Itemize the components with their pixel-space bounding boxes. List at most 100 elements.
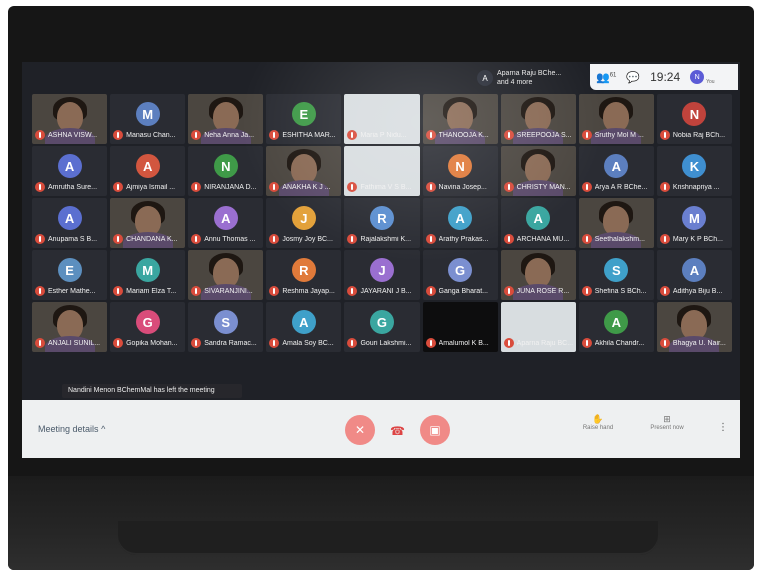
participant-tile[interactable]: A Akhila Chandr... bbox=[578, 302, 654, 352]
participant-name-row: SIVARANJINI... bbox=[191, 285, 261, 297]
participant-name: Esther Mathe... bbox=[48, 287, 96, 295]
participant-tile[interactable]: J JAYARANI J B... bbox=[344, 250, 420, 300]
participant-name-row: Aparna Raju BC... bbox=[503, 337, 574, 349]
participant-name-row: Gouri Lakshmi... bbox=[347, 337, 417, 349]
participant-tile[interactable]: Fathima V S B... bbox=[344, 146, 420, 196]
present-now-button[interactable]: ⊞ Present now bbox=[637, 414, 697, 431]
mic-muted-icon bbox=[191, 182, 202, 192]
participant-name: Adithya Biju B... bbox=[672, 287, 723, 295]
meeting-details-button[interactable]: Meeting details ^ bbox=[38, 424, 105, 434]
chat-icon[interactable]: 💬 bbox=[626, 71, 640, 84]
participant-name: SIVARANJINI... bbox=[204, 287, 253, 295]
mic-muted-icon bbox=[425, 130, 436, 140]
participant-tile[interactable]: J Josmy Joy BC... bbox=[266, 198, 342, 248]
participant-name-row: NIRANJANA D... bbox=[191, 181, 261, 193]
participant-tile[interactable]: K Krishnapriya ... bbox=[656, 146, 732, 196]
participant-name-row: Akhila Chandr... bbox=[581, 337, 652, 349]
participant-name: Josmy Joy BC... bbox=[282, 235, 333, 243]
mic-off-button[interactable]: ✕ bbox=[345, 415, 375, 445]
participant-name-row: THANOOJA K... bbox=[425, 129, 496, 141]
participant-avatar: M bbox=[135, 102, 160, 126]
mic-muted-icon bbox=[659, 338, 670, 348]
participant-tile[interactable]: A Annu Thomas ... bbox=[188, 198, 264, 248]
participant-tile[interactable]: M Mariam Elza T... bbox=[110, 250, 186, 300]
mic-muted-icon bbox=[347, 130, 358, 140]
mic-muted-icon bbox=[503, 130, 514, 140]
participant-name-row: Navina Josep... bbox=[425, 181, 496, 193]
participant-tile[interactable]: JUNA ROSE R... bbox=[500, 250, 576, 300]
participant-tile[interactable]: A Amrutha Sure... bbox=[32, 146, 108, 196]
participant-tile[interactable]: E ESHITHA MAR... bbox=[266, 94, 342, 144]
participant-tile[interactable]: G Ganga Bharat... bbox=[422, 250, 498, 300]
people-icon[interactable]: 👥61 bbox=[596, 71, 616, 84]
hang-up-button[interactable]: ☎ bbox=[390, 424, 405, 438]
participant-tile[interactable]: SIVARANJINI... bbox=[188, 250, 264, 300]
participant-tile[interactable]: ANAKHA K J ... bbox=[266, 146, 342, 196]
participant-tile[interactable]: ASHNA VISW... bbox=[32, 94, 108, 144]
presenter-avatar: A bbox=[477, 70, 493, 86]
participant-tile[interactable]: Maria P Nidu... bbox=[344, 94, 420, 144]
participant-tile[interactable]: R Rajalakshmi K... bbox=[344, 198, 420, 248]
participant-name: Ganga Bharat... bbox=[438, 287, 488, 295]
participant-name-row: ANJALI SUNIL... bbox=[35, 337, 105, 349]
participant-tile[interactable]: N Navina Josep... bbox=[422, 146, 498, 196]
participant-name: Ajmiya Ismail ... bbox=[126, 183, 176, 191]
camera-off-button[interactable]: ▣ bbox=[420, 415, 450, 445]
participant-tile[interactable]: S Sandra Ramac... bbox=[188, 302, 264, 352]
mic-muted-icon bbox=[191, 234, 202, 244]
participant-tile[interactable]: G Gopika Mohan... bbox=[110, 302, 186, 352]
participant-avatar: A bbox=[526, 206, 551, 230]
participant-name-row: Arya A R BChe... bbox=[581, 181, 652, 193]
mic-muted-icon bbox=[425, 286, 436, 296]
participant-tile[interactable]: CHRISTY MAN... bbox=[500, 146, 576, 196]
participant-tile[interactable]: Sruthy Mol M ... bbox=[578, 94, 654, 144]
participant-tile[interactable]: A Amala Soy BC... bbox=[266, 302, 342, 352]
participant-name-row: Reshma Jayap... bbox=[269, 285, 339, 297]
participant-tile[interactable]: Aparna Raju BC... bbox=[500, 302, 576, 352]
participant-tile[interactable]: Bhagya U. Nair... bbox=[656, 302, 732, 352]
participant-tile[interactable]: A Adithya Biju B... bbox=[656, 250, 732, 300]
participant-tile[interactable]: Neha Anna Ja... bbox=[188, 94, 264, 144]
participant-name: SREEPOOJA S... bbox=[516, 131, 572, 139]
participant-name-row: Sruthy Mol M ... bbox=[581, 129, 652, 141]
participant-tile[interactable]: A Anupama S B... bbox=[32, 198, 108, 248]
participant-tile[interactable]: CHANDANA K... bbox=[110, 198, 186, 248]
more-options-icon[interactable]: ⋮ bbox=[718, 422, 728, 433]
participant-avatar: J bbox=[369, 258, 394, 282]
participant-tile[interactable]: M Manasu Chan... bbox=[110, 94, 186, 144]
participant-name: Gopika Mohan... bbox=[126, 339, 178, 347]
participant-tile[interactable]: M Mary K P BCh... bbox=[656, 198, 732, 248]
mic-muted-icon bbox=[503, 286, 514, 296]
participant-tile[interactable]: G Gouri Lakshmi... bbox=[344, 302, 420, 352]
participant-avatar: G bbox=[448, 258, 473, 282]
raise-hand-button[interactable]: ✋ Raise hand bbox=[568, 414, 628, 431]
participant-avatar: R bbox=[291, 258, 316, 282]
present-icon: ⊞ bbox=[663, 414, 671, 424]
participant-avatar: E bbox=[291, 102, 316, 126]
self-avatar[interactable]: N bbox=[690, 70, 705, 84]
participant-tile[interactable]: A Arya A R BChe... bbox=[578, 146, 654, 196]
mic-muted-icon bbox=[113, 338, 124, 348]
participant-tile[interactable]: N NIRANJANA D... bbox=[188, 146, 264, 196]
participant-avatar: N bbox=[448, 154, 473, 178]
participant-tile[interactable]: S Shefina S BCh... bbox=[578, 250, 654, 300]
participant-tile[interactable]: SREEPOOJA S... bbox=[500, 94, 576, 144]
participant-tile[interactable]: R Reshma Jayap... bbox=[266, 250, 342, 300]
participant-name: Akhila Chandr... bbox=[594, 339, 645, 347]
self-label: You bbox=[706, 79, 715, 85]
participant-tile[interactable]: A Ajmiya Ismail ... bbox=[110, 146, 186, 196]
participant-avatar: A bbox=[291, 310, 316, 334]
participant-name-row: Fathima V S B... bbox=[347, 181, 417, 193]
participant-tile[interactable]: THANOOJA K... bbox=[422, 94, 498, 144]
participant-tile[interactable]: N Nobia Raj BCh... bbox=[656, 94, 732, 144]
participant-tile[interactable]: ANJALI SUNIL... bbox=[32, 302, 108, 352]
participant-name-row: SREEPOOJA S... bbox=[503, 129, 574, 141]
participant-tile[interactable]: E Esther Mathe... bbox=[32, 250, 108, 300]
participant-tile[interactable]: A Arathy Prakas... bbox=[422, 198, 498, 248]
participant-tile[interactable]: A ARCHANA MU... bbox=[500, 198, 576, 248]
participant-tile[interactable]: Seethalakshm... bbox=[578, 198, 654, 248]
mic-muted-icon bbox=[35, 338, 45, 348]
participant-name-row: Nobia Raj BCh... bbox=[659, 129, 730, 141]
mic-muted-icon bbox=[581, 234, 592, 244]
participant-tile[interactable]: Amalumol K B... bbox=[422, 302, 498, 352]
